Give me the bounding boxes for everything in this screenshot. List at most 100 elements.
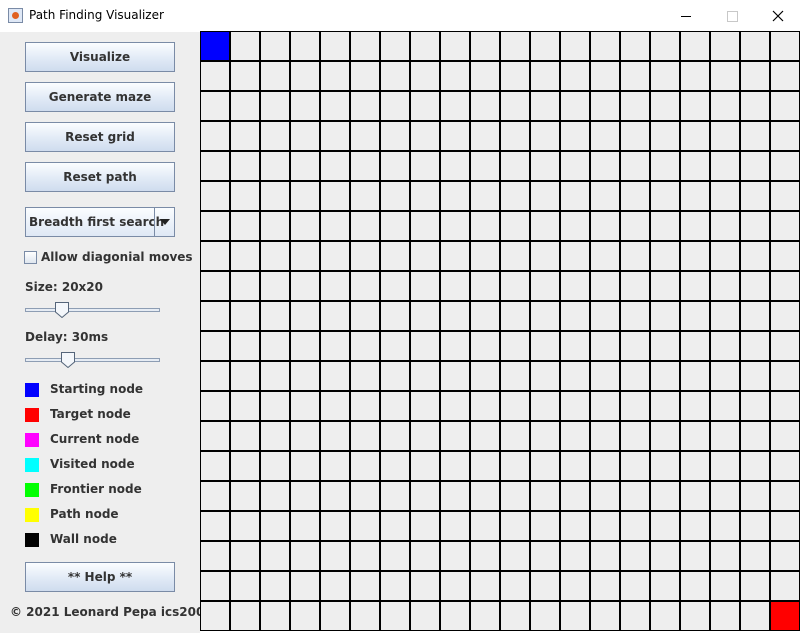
grid-cell[interactable] [770,271,800,301]
grid-cell[interactable] [500,241,530,271]
grid-cell[interactable] [560,421,590,451]
grid-cell[interactable] [770,61,800,91]
grid-cell[interactable] [470,541,500,571]
grid-cell[interactable] [200,151,230,181]
grid-cell[interactable] [500,121,530,151]
grid-cell[interactable] [230,421,260,451]
grid-cell[interactable] [230,211,260,241]
grid-cell[interactable] [710,421,740,451]
grid-cell[interactable] [500,601,530,631]
grid-cell[interactable] [620,91,650,121]
grid-cell[interactable] [290,241,320,271]
grid-cell[interactable] [320,391,350,421]
grid-cell[interactable] [590,91,620,121]
grid-cell[interactable] [680,181,710,211]
grid-cell[interactable] [710,271,740,301]
grid-cell[interactable] [740,361,770,391]
grid-cell[interactable] [290,151,320,181]
grid-cell[interactable] [200,241,230,271]
grid-cell[interactable] [500,181,530,211]
grid-cell[interactable] [710,211,740,241]
reset-path-button[interactable]: Reset path [25,162,175,192]
grid-cell[interactable] [440,61,470,91]
grid-cell[interactable] [320,571,350,601]
grid-cell[interactable] [740,271,770,301]
grid-cell[interactable] [740,571,770,601]
grid-cell[interactable] [590,451,620,481]
grid-cell[interactable] [470,61,500,91]
grid-cell[interactable] [710,481,740,511]
grid-cell[interactable] [590,481,620,511]
grid-cell[interactable] [590,361,620,391]
grid-cell[interactable] [590,391,620,421]
grid-cell[interactable] [470,331,500,361]
grid-cell[interactable] [410,181,440,211]
grid-cell[interactable] [560,91,590,121]
grid-cell[interactable] [320,241,350,271]
grid-cell[interactable] [410,241,440,271]
grid-cell[interactable] [320,481,350,511]
grid-cell[interactable] [410,391,440,421]
grid-cell[interactable] [770,481,800,511]
grid-cell[interactable] [650,181,680,211]
grid-cell[interactable] [500,301,530,331]
reset-grid-button[interactable]: Reset grid [25,122,175,152]
grid-cell[interactable] [620,571,650,601]
grid-cell[interactable] [710,301,740,331]
close-button[interactable] [755,0,801,32]
grid-cell[interactable] [440,241,470,271]
grid-cell[interactable] [770,421,800,451]
algorithm-select[interactable]: Breadth first search [25,207,175,237]
grid-cell[interactable] [230,511,260,541]
grid-cell[interactable] [350,271,380,301]
grid-cell[interactable] [710,241,740,271]
grid-cell[interactable] [380,601,410,631]
grid-cell[interactable] [230,121,260,151]
grid-cell[interactable] [590,61,620,91]
grid-cell[interactable] [470,151,500,181]
grid-cell[interactable] [500,61,530,91]
grid-cell[interactable] [740,61,770,91]
grid-cell[interactable] [290,271,320,301]
grid-cell[interactable] [230,301,260,331]
grid-cell[interactable] [560,541,590,571]
grid-cell[interactable] [440,571,470,601]
grid-cell[interactable] [410,601,440,631]
grid-cell[interactable] [350,331,380,361]
grid-cell[interactable] [230,451,260,481]
grid-cell[interactable] [680,31,710,61]
grid-cell[interactable] [620,361,650,391]
grid-cell[interactable] [770,31,800,61]
grid-cell[interactable] [200,211,230,241]
grid-cell[interactable] [620,61,650,91]
grid-cell[interactable] [380,511,410,541]
grid-cell[interactable] [530,271,560,301]
grid-cell[interactable] [350,391,380,421]
grid-cell[interactable] [590,241,620,271]
grid-cell[interactable] [260,451,290,481]
grid-cell[interactable] [230,391,260,421]
grid-cell[interactable] [350,241,380,271]
grid-cell[interactable] [410,301,440,331]
grid-cell[interactable] [200,301,230,331]
grid-cell[interactable] [650,151,680,181]
grid-cell[interactable] [650,91,680,121]
grid-cell[interactable] [680,271,710,301]
grid-cell[interactable] [470,91,500,121]
diagonal-moves-checkbox[interactable] [24,251,37,264]
grid-cell[interactable] [230,331,260,361]
grid-cell[interactable] [410,271,440,301]
grid-cell[interactable] [470,571,500,601]
grid-cell[interactable] [620,271,650,301]
grid-cell[interactable] [230,241,260,271]
grid-cell[interactable] [440,541,470,571]
grid-cell[interactable] [650,511,680,541]
grid-cell[interactable] [260,241,290,271]
grid-cell[interactable] [620,151,650,181]
grid-cell[interactable] [260,361,290,391]
grid-cell[interactable] [440,301,470,331]
grid-cell[interactable] [470,481,500,511]
grid-cell[interactable] [560,271,590,301]
grid-cell[interactable] [740,451,770,481]
grid-cell[interactable] [680,391,710,421]
